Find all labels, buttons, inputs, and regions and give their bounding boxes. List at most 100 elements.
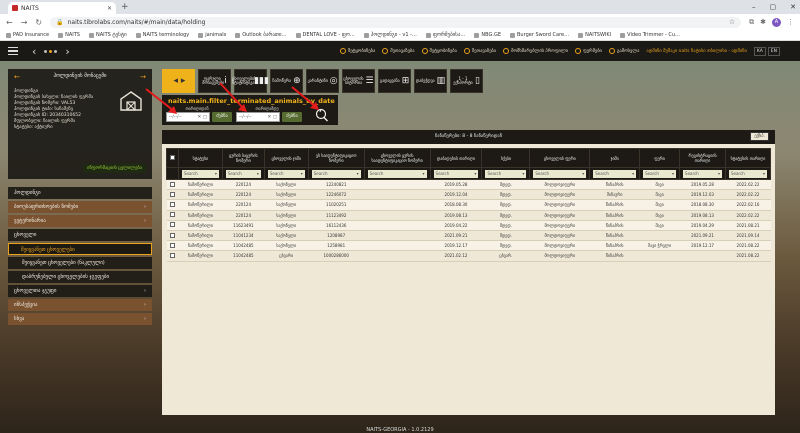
row-checkbox[interactable] [169, 201, 175, 207]
lang-ka-button[interactable]: KA [753, 46, 766, 56]
bookmark-item[interactable]: Video Trimmer - Cu… [620, 32, 680, 38]
kebab-menu-icon[interactable]: ⋮ [787, 18, 794, 26]
row-checkbox[interactable] [169, 212, 175, 218]
column-header[interactable]: სტატუსი [177, 148, 223, 168]
bookmark-item[interactable]: Outlook ბარათი… [235, 32, 287, 38]
column-filter-select[interactable]: Search ▾ [593, 169, 637, 178]
arrow-left-icon[interactable]: ← [14, 73, 20, 81]
table-row[interactable]: ჩამოწერილი 11041234 საქონელი 1208987 2021.09… [166, 230, 771, 242]
address-bar[interactable]: 🔒 naits.tibrolabs.com/naits/#/main/data/… [50, 16, 742, 28]
arrow-right-icon[interactable]: → [140, 73, 146, 81]
row-checkbox[interactable] [169, 232, 175, 238]
extensions-icon[interactable]: ⧉ [749, 18, 754, 27]
forward-arrow-icon[interactable]: → [21, 18, 28, 27]
toolbar-button[interactable]: გადაყვანა ⊞ [378, 69, 411, 93]
bookmark-item[interactable]: ჰოლდინგი - v1 -… [363, 32, 417, 38]
column-filter-select[interactable]: Search ▾ [643, 169, 677, 178]
new-tab-button[interactable]: + [121, 2, 129, 12]
column-filter-select[interactable]: Search ▾ [367, 169, 427, 178]
row-checkbox[interactable] [169, 181, 175, 187]
column-header[interactable]: ეს საიდენტიფიკაციო ნომერი [307, 148, 365, 168]
sidebar-item[interactable]: ვეტერინარია › [8, 215, 152, 227]
column-header[interactable]: ფერი [639, 148, 681, 168]
table-row[interactable]: ჩამოწერილი 220124 საქონელი 11020251 2018.08.… [166, 199, 771, 211]
bookmark-item[interactable]: DENTAL LOVE - ფო… [295, 32, 355, 38]
table-row[interactable]: ჩამოწერილი 220124 საქონელი 12246072 2019.12.… [166, 189, 771, 201]
column-header[interactable]: ჯიში [589, 148, 641, 168]
row-checkbox[interactable] [169, 191, 175, 197]
minimize-icon[interactable]: – [752, 0, 756, 14]
toolbar-button[interactable]: ცხოველის ისტორია ☰ [342, 69, 375, 93]
profile-avatar[interactable]: A [772, 17, 781, 27]
table-row[interactable]: ჩამოწერილი 11623491 საქონელი 16112436 2019.0… [166, 220, 771, 231]
column-filter-select[interactable]: Search ▾ [225, 169, 261, 178]
close-tab-icon[interactable]: ✕ [107, 5, 112, 12]
browser-tab[interactable]: NAITS ✕ [8, 2, 116, 14]
column-header[interactable]: დაბადების თარიღი [429, 148, 483, 168]
export-button[interactable]: ექსპ. [750, 132, 769, 141]
header-menu-item[interactable]: შეტყობინება [339, 48, 375, 54]
row-checkbox[interactable] [169, 252, 175, 258]
column-header[interactable] [166, 148, 179, 168]
column-filter-select[interactable]: Search ▾ [485, 169, 527, 178]
column-filter-select[interactable]: Search ▾ [683, 169, 722, 178]
header-menu-item[interactable]: შეტყობინება [421, 48, 457, 54]
sidebar-item[interactable]: ცხოველთა ჯგუფი › [8, 285, 152, 297]
chevron-right-icon[interactable]: › [65, 45, 69, 58]
column-filter-select[interactable]: Search ▾ [311, 169, 361, 178]
bookmark-item[interactable]: NAITSWIKI [578, 32, 611, 38]
column-header[interactable]: ყურის საყურის ნომერი [221, 148, 265, 168]
sidebar-item[interactable]: ცხოველი [8, 229, 152, 241]
header-menu-item[interactable]: ფერმები [575, 48, 602, 54]
column-filter-select[interactable]: Search ▾ [533, 169, 587, 178]
row-checkbox[interactable] [169, 242, 175, 248]
sidebar-item[interactable]: სხვა › [8, 313, 152, 325]
sidebar-item[interactable]: დაბრუნებული ცხოველების ჯგუფები [8, 271, 152, 283]
bookmark-item[interactable]: NAITS terminology [135, 32, 189, 38]
toolbar-button[interactable]: დაბეჭდვა ▥ [414, 69, 447, 93]
bookmark-item[interactable]: PAD Insurance [6, 32, 49, 38]
column-header[interactable]: ცხოველის ჯიში [263, 148, 309, 168]
sidebar-item[interactable]: შეიყვანეთ ცხოველები [8, 243, 152, 255]
chevron-left-icon[interactable]: ‹ [32, 45, 36, 58]
toolbar-button[interactable]: 1 - 1 ექსპორტი ▯ [450, 69, 483, 93]
hamburger-menu-icon[interactable] [8, 46, 18, 56]
table-row[interactable]: ჩამოწერილი 220124 საქონელი 12240821 2019.05.… [166, 179, 771, 191]
sidebar-item[interactable]: ინსპექცია › [8, 299, 152, 311]
lang-en-button[interactable]: EN [767, 46, 780, 56]
table-row[interactable]: ჩამოწერილი 220124 საქონელი 11123492 2019.08.… [166, 210, 771, 221]
header-menu-item[interactable]: შეთავაზება [463, 48, 496, 54]
column-header[interactable]: სქესი [481, 148, 531, 168]
bookmark-item[interactable]: NAITS [58, 32, 80, 38]
close-window-icon[interactable]: ✕ [790, 0, 796, 14]
maximize-icon[interactable]: ▢ [770, 0, 777, 14]
sidebar-item[interactable]: ჰოლდინგი [8, 187, 152, 199]
column-header[interactable]: რეგისტრაციის თარიღი [679, 148, 726, 168]
header-menu-item[interactable]: გამოსვლა [608, 48, 639, 54]
puzzle-icon[interactable]: ✱ [760, 18, 766, 26]
header-menu-item[interactable]: შეთავაზება [382, 48, 415, 54]
header-menu-item[interactable]: მომხმარებლის პროფილი [503, 48, 568, 54]
user-name[interactable]: ადმინი მუშაკი naits ნატისი თბილისი - ადმ… [646, 49, 746, 54]
back-arrow-icon[interactable]: ← [6, 18, 13, 27]
select-all-checkbox[interactable] [169, 155, 175, 160]
table-row[interactable]: ჩამოწერილი 11042485 საქონელი 1258981 2019.12… [166, 240, 771, 252]
clear-icon[interactable]: ✕ ▢ [198, 115, 207, 120]
column-header[interactable]: სტატუსის თარიღი [724, 148, 772, 168]
column-filter-select[interactable]: Search ▾ [181, 169, 219, 178]
bookmark-item[interactable]: NBG.GE [474, 32, 501, 38]
column-header[interactable]: ცხოველის ფერი [529, 148, 591, 168]
row-checkbox[interactable] [169, 222, 175, 228]
bookmark-item[interactable]: Burger Sword Care… [510, 32, 569, 38]
column-filter-select[interactable]: Search ▾ [267, 169, 305, 178]
star-icon[interactable]: ☆ [729, 18, 735, 26]
clear-icon[interactable]: ✕ ▢ [268, 115, 277, 120]
sidebar-item[interactable]: ბიოუსაფრთხოების ზომები › [8, 201, 152, 213]
change-info-link[interactable]: ინფორმაციის ცვლილება [83, 164, 146, 173]
table-row[interactable]: ჩამოწერილი 11042485 ცხვარი 1000286000 2021.0… [166, 250, 771, 262]
column-filter-select[interactable]: Search ▾ [728, 169, 767, 178]
bookmark-item[interactable]: NAITS ტესტი [88, 32, 127, 38]
column-header[interactable]: ცხოველის ყურის საიდენტიფიკაციო ნომერი [363, 148, 431, 168]
bookmark-item[interactable]: janimals [198, 32, 226, 38]
reload-icon[interactable]: ↻ [35, 18, 42, 27]
